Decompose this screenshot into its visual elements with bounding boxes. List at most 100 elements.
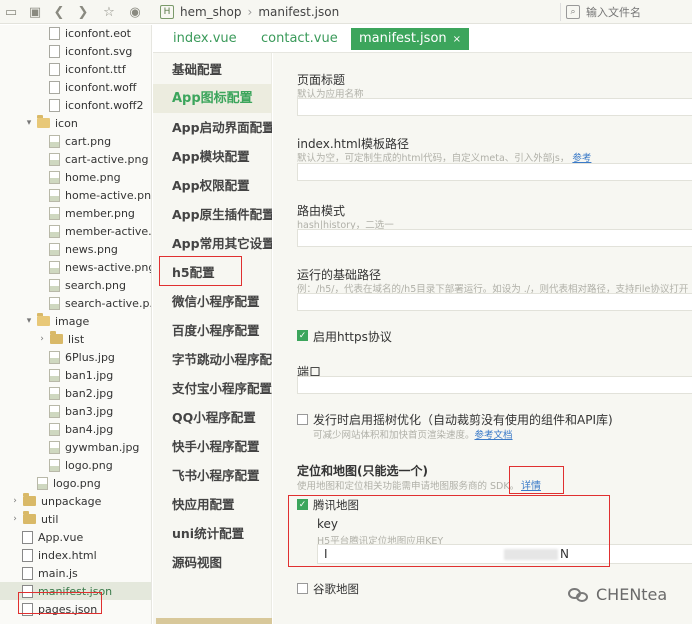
tree-item[interactable]: home.png (0, 168, 151, 186)
tree-item[interactable]: news-active.png (0, 258, 151, 276)
nav-item[interactable]: 源码视图 (153, 548, 272, 577)
tree-item[interactable]: member.png (0, 204, 151, 222)
tree-item[interactable]: index.html (0, 546, 151, 564)
nav-item[interactable]: 快应用配置 (153, 490, 272, 519)
tree-item-label: unpackage (41, 494, 102, 508)
nav-item[interactable]: 字节跳动小程序配置 (153, 345, 272, 374)
tree-item[interactable]: cart-active.png (0, 150, 151, 168)
image-file-icon (49, 458, 60, 472)
tree-item[interactable]: logo.png (0, 456, 151, 474)
chevron-down-icon[interactable]: ▾ (24, 316, 34, 326)
port-field[interactable] (297, 376, 692, 394)
template-path-field[interactable] (297, 163, 692, 181)
tree-item[interactable]: home-active.png (0, 186, 151, 204)
tree-item[interactable]: ban2.jpg (0, 384, 151, 402)
breadcrumb-project[interactable]: hem_shop (180, 5, 242, 19)
tree-item[interactable]: gywmban.jpg (0, 438, 151, 456)
tree-item[interactable]: ▾ icon (0, 114, 151, 132)
tree-item[interactable]: ban1.jpg (0, 366, 151, 384)
tree-item[interactable]: main.js (0, 564, 151, 582)
nav-item[interactable]: App图标配置 (153, 84, 272, 113)
treeshake-checkbox[interactable] (297, 414, 308, 425)
folder-icon (37, 115, 50, 128)
nav-item[interactable]: App启动界面配置 (153, 113, 272, 142)
tree-item-label: logo.png (65, 458, 113, 472)
chevron-right-icon[interactable]: › (10, 496, 20, 506)
chevron-right-icon[interactable]: › (37, 334, 47, 344)
tab-index-vue[interactable]: index.vue (165, 28, 245, 50)
tree-item[interactable]: ▾ image (0, 312, 151, 330)
tree-item-label: image (55, 314, 90, 328)
nav-item[interactable]: App权限配置 (153, 171, 272, 200)
tree-item[interactable]: iconfont.ttf (0, 60, 151, 78)
tree-item-label: util (41, 512, 59, 526)
tree-item-label: member-active... (65, 224, 152, 238)
nav-item[interactable]: 基础配置 (153, 55, 272, 84)
save-icon[interactable]: ▣ (26, 3, 44, 21)
back-arrow-icon[interactable]: ❮ (50, 3, 68, 21)
annotation-box-tencent (288, 495, 610, 567)
tree-item-label: list (68, 332, 85, 346)
tree-item[interactable]: iconfont.woff (0, 78, 151, 96)
tab-manifest-json-label: manifest.json (359, 31, 447, 46)
breadcrumb-file[interactable]: manifest.json (258, 5, 339, 19)
tree-item[interactable]: › unpackage (0, 492, 151, 510)
page-title-field[interactable] (297, 98, 692, 116)
project-file-tree: iconfont.eot iconfont.svg iconfont.ttf icon… (0, 25, 152, 624)
google-map-label: 谷歌地图 (313, 582, 359, 596)
tree-item[interactable]: iconfont.svg (0, 42, 151, 60)
file-icon[interactable]: ▭ (2, 3, 20, 21)
tree-item[interactable]: › list (0, 330, 151, 348)
file-icon (49, 98, 60, 112)
star-icon[interactable]: ☆ (100, 3, 118, 21)
nav-item[interactable]: uni统计配置 (153, 519, 272, 548)
tree-item[interactable]: › util (0, 510, 151, 528)
google-map-checkbox[interactable] (297, 583, 308, 594)
tree-item[interactable]: 6Plus.jpg (0, 348, 151, 366)
chevron-right-icon[interactable]: › (10, 514, 20, 524)
tree-item[interactable]: ban4.jpg (0, 420, 151, 438)
router-mode-field[interactable] (297, 229, 692, 247)
nav-item[interactable]: 支付宝小程序配置 (153, 374, 272, 403)
tab-contact-vue[interactable]: contact.vue (253, 28, 346, 50)
map-section-title: 定位和地图(只能选一个) (297, 464, 428, 478)
tree-item[interactable]: search-active.p... (0, 294, 151, 312)
tree-item[interactable]: iconfont.eot (0, 25, 151, 42)
nav-item[interactable]: 微信小程序配置 (153, 287, 272, 316)
nav-item[interactable]: App原生插件配置 (153, 200, 272, 229)
image-file-icon (49, 350, 60, 364)
nav-item[interactable]: App常用其它设置 (153, 229, 272, 258)
file-search-input[interactable] (586, 5, 676, 19)
nav-item[interactable]: QQ小程序配置 (153, 403, 272, 432)
tree-item[interactable]: news.png (0, 240, 151, 258)
tree-item-label: iconfont.eot (65, 26, 131, 40)
tree-item[interactable]: App.vue (0, 528, 151, 546)
nav-item[interactable]: App模块配置 (153, 142, 272, 171)
breadcrumb: H hem_shop › manifest.json (160, 4, 339, 20)
treeshake-doc-link[interactable]: 参考文档 (475, 430, 513, 441)
tree-item-label: App.vue (38, 530, 84, 544)
close-icon[interactable]: × (453, 34, 461, 45)
nav-item[interactable]: 飞书小程序配置 (153, 461, 272, 490)
watermark: CHENtea (568, 585, 667, 604)
forward-arrow-icon[interactable]: ❯ (74, 3, 92, 21)
tab-manifest-json[interactable]: manifest.json × (351, 28, 470, 50)
file-search[interactable]: ⌕ (566, 4, 686, 20)
base-path-field[interactable] (297, 293, 692, 311)
tree-item[interactable]: member-active... (0, 222, 152, 240)
tree-item[interactable]: iconfont.woff2 (0, 96, 151, 114)
nav-item[interactable]: 快手小程序配置 (153, 432, 272, 461)
tree-item[interactable]: search.png (0, 276, 151, 294)
image-file-icon (49, 386, 60, 400)
tree-item[interactable]: ban3.jpg (0, 402, 151, 420)
nav-item[interactable]: 百度小程序配置 (153, 316, 272, 345)
code-file-icon (22, 566, 33, 580)
tree-item[interactable]: cart.png (0, 132, 151, 150)
nav-scrollbar[interactable] (156, 618, 272, 624)
run-icon[interactable]: ◉ (126, 3, 144, 21)
image-file-icon (49, 224, 60, 238)
chevron-down-icon[interactable]: ▾ (24, 118, 34, 128)
tree-item-label: cart.png (65, 134, 112, 148)
tree-item[interactable]: logo.png (0, 474, 151, 492)
https-checkbox[interactable]: ✓ (297, 330, 308, 341)
